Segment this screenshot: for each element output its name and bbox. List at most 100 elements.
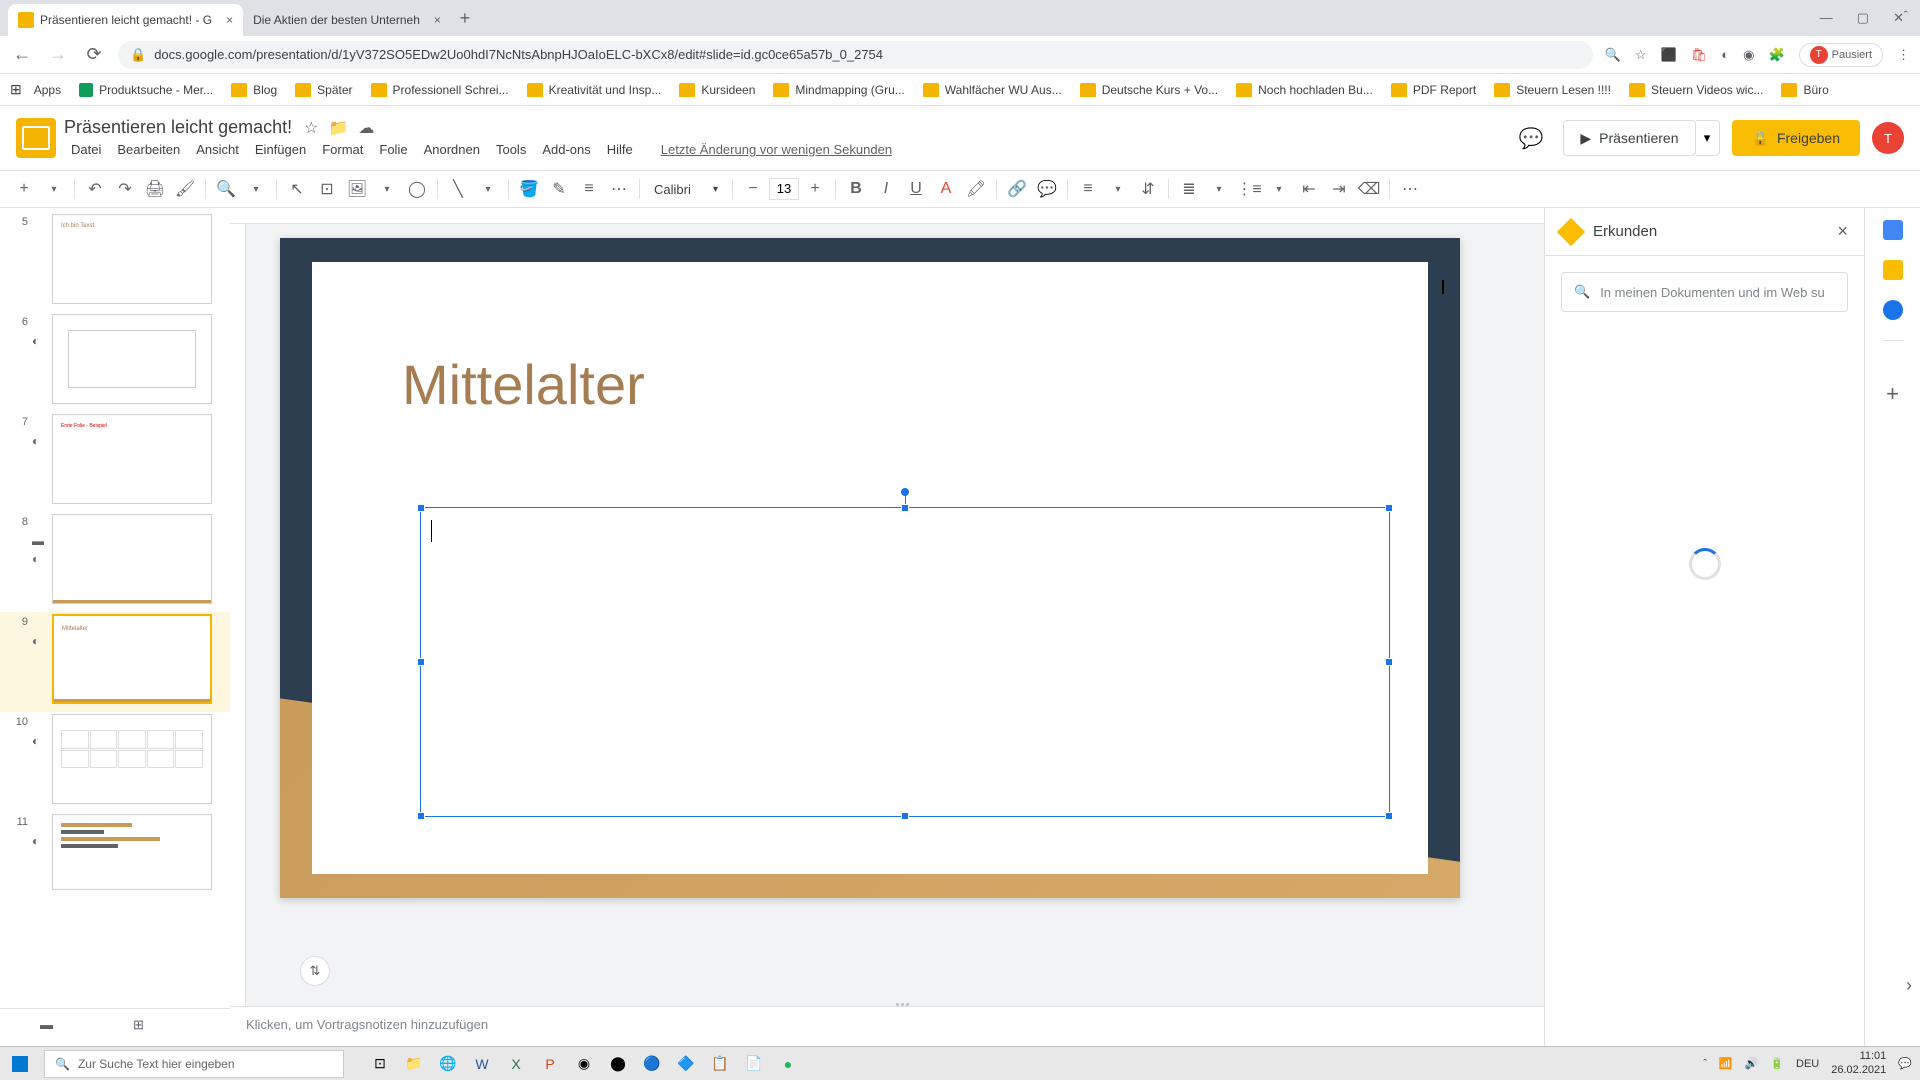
indent-increase-button[interactable]: ⇥ (1325, 175, 1353, 203)
menu-help[interactable]: Hilfe (600, 140, 640, 159)
numbered-list-dropdown[interactable]: ▾ (1205, 175, 1233, 203)
reload-icon[interactable]: ⟳ (82, 44, 106, 65)
expand-arrow-icon[interactable]: › (1906, 975, 1912, 996)
slide-thumbnail[interactable] (52, 714, 212, 804)
resize-handle[interactable] (1385, 812, 1393, 820)
menu-edit[interactable]: Bearbeiten (110, 140, 187, 159)
extension-icon[interactable]: ◐ (1721, 47, 1729, 62)
highlight-button[interactable]: 🖍 (962, 175, 990, 203)
url-field[interactable]: 🔒 docs.google.com/presentation/d/1yV372S… (118, 41, 1593, 69)
resize-handle[interactable] (1385, 504, 1393, 512)
line-dropdown[interactable]: ▾ (474, 175, 502, 203)
slide-thumbnail[interactable]: Erste Folie - Beispiel (52, 414, 212, 504)
volume-icon[interactable]: 🔊 (1745, 1057, 1759, 1070)
font-selector[interactable]: Calibri ▾ (646, 175, 726, 203)
close-tab-icon[interactable]: × (226, 13, 233, 27)
move-icon[interactable]: 📁 (328, 118, 348, 138)
bookmark-item[interactable]: Kreativität und Insp... (521, 79, 668, 101)
bookmark-item[interactable]: Später (289, 79, 358, 101)
indent-decrease-button[interactable]: ⇤ (1295, 175, 1323, 203)
extension-icon[interactable]: 🛍 (1691, 47, 1708, 63)
present-button[interactable]: ▶ Präsentieren (1563, 120, 1695, 156)
numbered-list-button[interactable]: ≣ (1175, 175, 1203, 203)
font-size-input[interactable]: 13 (769, 178, 799, 200)
battery-icon[interactable]: 🔋 (1770, 1057, 1784, 1070)
app-icon[interactable]: ◉ (568, 1050, 600, 1078)
border-color-button[interactable]: ✎ (545, 175, 573, 203)
app-icon[interactable]: 📄 (738, 1050, 770, 1078)
account-avatar[interactable]: T (1872, 122, 1904, 154)
excel-icon[interactable]: X (500, 1050, 532, 1078)
powerpoint-icon[interactable]: P (534, 1050, 566, 1078)
bookmark-item[interactable]: Wahlfächer WU Aus... (917, 79, 1068, 101)
collapse-speaker-notes-button[interactable]: ⇅ (300, 956, 330, 986)
resize-handle[interactable] (901, 504, 909, 512)
bookmark-item[interactable]: Steuern Lesen !!!! (1488, 79, 1617, 101)
resize-handle[interactable] (901, 812, 909, 820)
bulleted-list-dropdown[interactable]: ▾ (1265, 175, 1293, 203)
bulleted-list-button[interactable]: ⋮≡ (1235, 175, 1263, 203)
textbox-tool[interactable]: ⊡ (313, 175, 341, 203)
tray-expand-icon[interactable]: ˆ (1703, 1058, 1707, 1070)
speaker-notes[interactable]: Klicken, um Vortragsnotizen hinzuzufügen (230, 1006, 1544, 1046)
edge-icon[interactable]: 🌐 (432, 1050, 464, 1078)
menu-icon[interactable]: ⋮ (1897, 47, 1910, 63)
start-button[interactable] (0, 1047, 40, 1081)
bookmark-item[interactable]: Apps (28, 79, 67, 101)
last-edit-text[interactable]: Letzte Änderung vor wenigen Sekunden (654, 140, 899, 159)
extension-icon[interactable]: ◉ (1743, 47, 1754, 63)
align-button[interactable]: ≡ (1074, 175, 1102, 203)
obs-icon[interactable]: ⬤ (602, 1050, 634, 1078)
tasks-icon[interactable] (1883, 300, 1903, 320)
close-window-icon[interactable]: ✕ (1893, 10, 1904, 26)
collapse-toolbar-icon[interactable]: ˆ (1904, 8, 1908, 23)
notifications-icon[interactable]: 💬 (1898, 1057, 1912, 1070)
app-icon[interactable]: 📋 (704, 1050, 736, 1078)
language-indicator[interactable]: DEU (1796, 1058, 1819, 1070)
select-tool[interactable]: ↖ (283, 175, 311, 203)
image-dropdown[interactable]: ▾ (373, 175, 401, 203)
bold-button[interactable]: B (842, 175, 870, 203)
font-size-decrease[interactable]: − (739, 175, 767, 203)
italic-button[interactable]: I (872, 175, 900, 203)
extension-icon[interactable]: ⬛ (1661, 47, 1677, 63)
bookmark-item[interactable]: PDF Report (1385, 79, 1482, 101)
maximize-icon[interactable]: ▢ (1857, 10, 1869, 26)
taskbar-search[interactable]: 🔍 Zur Suche Text hier eingeben (44, 1050, 344, 1078)
slide-thumbnail[interactable] (52, 814, 212, 890)
word-icon[interactable]: W (466, 1050, 498, 1078)
doc-title[interactable]: Präsentieren leicht gemacht! (64, 117, 292, 138)
chrome-icon[interactable]: 🔵 (636, 1050, 668, 1078)
close-tab-icon[interactable]: × (434, 13, 441, 27)
shape-tool[interactable]: ◯ (403, 175, 431, 203)
browser-tab-inactive[interactable]: Die Aktien der besten Unterneh × (243, 4, 451, 36)
star-icon[interactable]: ☆ (304, 118, 318, 138)
print-button[interactable]: 🖨 (141, 175, 169, 203)
explore-search-input[interactable]: 🔍 In meinen Dokumenten und im Web su (1561, 272, 1848, 312)
menu-addons[interactable]: Add-ons (535, 140, 597, 159)
bookmark-item[interactable]: Noch hochladen Bu... (1230, 79, 1379, 101)
browser-tab-active[interactable]: Präsentieren leicht gemacht! - G × (8, 4, 243, 36)
text-color-button[interactable]: A (932, 175, 960, 203)
menu-insert[interactable]: Einfügen (248, 140, 313, 159)
bookmark-item[interactable]: Mindmapping (Gru... (767, 79, 910, 101)
calendar-icon[interactable] (1883, 220, 1903, 240)
menu-tools[interactable]: Tools (489, 140, 533, 159)
font-size-increase[interactable]: + (801, 175, 829, 203)
line-tool[interactable]: ╲ (444, 175, 472, 203)
bookmark-item[interactable]: Blog (225, 79, 283, 101)
bookmark-item[interactable]: Deutsche Kurs + Vo... (1074, 79, 1224, 101)
cloud-status-icon[interactable]: ☁ (358, 118, 374, 138)
slide-thumbnail[interactable] (52, 314, 212, 404)
addons-plus-icon[interactable]: + (1886, 381, 1899, 407)
slide-thumbnail[interactable] (52, 514, 212, 604)
new-slide-button[interactable]: + (10, 175, 38, 203)
zoom-icon[interactable]: 🔍 (1605, 47, 1621, 63)
slide-title[interactable]: Mittelalter (402, 352, 645, 417)
bookmark-item[interactable]: Büro (1775, 79, 1834, 101)
undo-button[interactable]: ↶ (81, 175, 109, 203)
new-tab-button[interactable]: + (451, 4, 479, 32)
slide-thumbnail[interactable]: Ich bin Texst. (52, 214, 212, 304)
align-dropdown[interactable]: ▾ (1104, 175, 1132, 203)
bookmark-item[interactable]: Produktsuche - Mer... (73, 79, 219, 101)
